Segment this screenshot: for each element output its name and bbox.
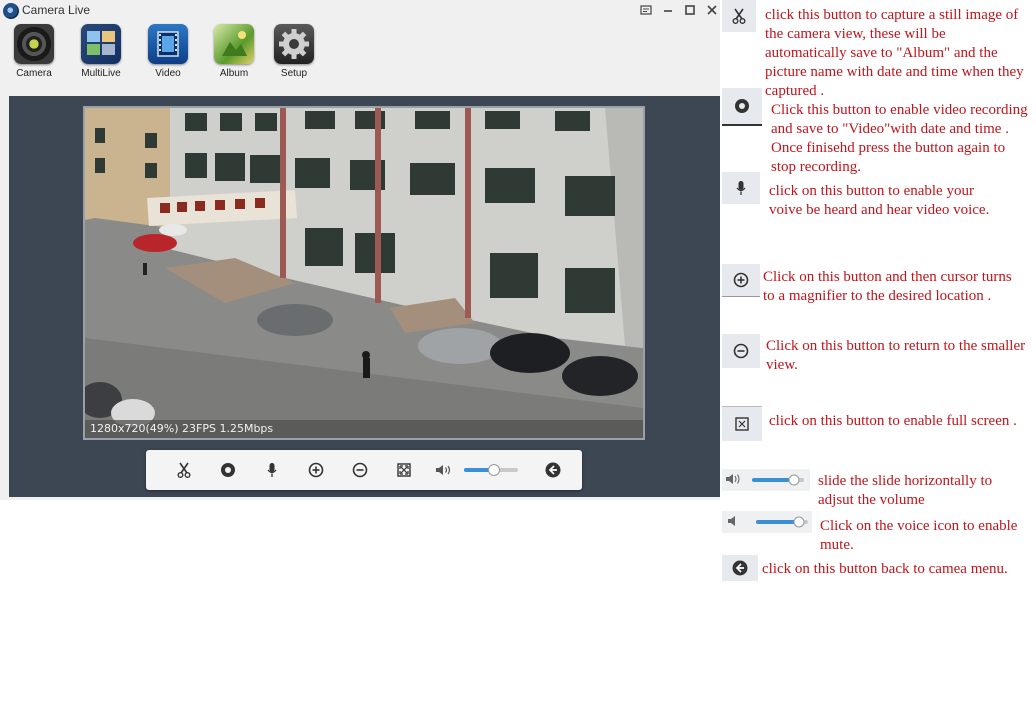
toolbar-multilive-button[interactable]: MultiLive [71,24,131,79]
volume-slider-knob[interactable] [487,464,500,476]
anno-capture-text: click this button to capture a still ima… [765,7,1024,99]
fullscreen-button[interactable] [394,460,414,480]
multilive-icon [81,24,121,64]
speaker-icon [726,474,804,486]
anno-record-icon [722,88,762,126]
toolbar-video-button[interactable]: Video [138,24,198,79]
gear-icon [274,24,314,64]
anno-zoom-in-icon [722,264,760,297]
fullscreen-icon [397,463,411,477]
close-icon[interactable] [704,2,720,18]
scissors-icon [732,8,746,24]
window-controls [638,2,720,18]
anno-mute-text: Click on the voice icon to enable mute. [820,518,1018,553]
minimize-icon[interactable] [660,2,676,18]
main-toolbar: Camera MultiLive Video Album Setup [0,24,720,88]
microphone-button[interactable] [262,460,282,480]
toolbar-setup-label: Setup [280,68,308,79]
record-button[interactable] [218,460,238,480]
zoom-out-icon [733,343,749,359]
anno-mute-slider [722,511,812,533]
app-title: Camera Live [22,3,91,17]
zoom-in-icon [308,462,324,478]
album-icon [214,24,254,64]
record-icon [735,99,749,113]
toolbar-multilive-label: MultiLive [81,68,121,79]
zoom-in-icon [733,272,749,288]
anno-back-text: click on this button back to camea menu. [762,561,1008,577]
toolbar-camera-label: Camera [16,68,52,79]
video-status-bar: 1280x720(49%) 23FPS 1.25Mbps [85,420,643,438]
zoom-in-button[interactable] [306,460,326,480]
toolbar-video-label: Video [155,68,181,79]
camera-feed-image [85,108,643,438]
volume-button[interactable] [434,460,454,480]
mute-speaker-icon [728,516,808,528]
toolbar-setup-button[interactable]: Setup [264,24,324,79]
anno-capture-icon [722,0,756,32]
back-arrow-icon [545,462,561,478]
playback-control-bar [146,450,582,490]
microphone-icon [736,181,746,195]
capture-button[interactable] [174,460,194,480]
anno-record-text: Click this button to enable video record… [771,102,1028,175]
zoom-out-button[interactable] [350,460,370,480]
anno-zoom-in-text: Click on this button and then cursor tur… [763,269,1012,304]
anno-zoom-out-text: Click on this button to return to the sm… [766,338,1026,373]
record-icon [221,463,235,477]
anno-zoom-out-icon [722,334,760,368]
maximize-icon[interactable] [682,2,698,18]
app-logo-icon [3,3,19,19]
zoom-out-icon [352,462,368,478]
volume-slider[interactable] [464,464,518,476]
toolbar-camera-button[interactable]: Camera [4,24,64,79]
anno-voice-text: click on this button to enable your voiv… [769,183,990,218]
microphone-icon [267,463,277,477]
menu-icon[interactable] [638,2,654,18]
anno-back-icon [722,555,758,581]
film-strip-icon [148,24,188,64]
camera-icon [14,24,54,64]
back-arrow-icon [732,560,748,576]
anno-voice-icon [722,172,760,204]
camera-view[interactable]: 1280x720(49%) 23FPS 1.25Mbps [83,106,645,440]
fullscreen-icon [735,417,749,431]
anno-volume-slider [722,469,810,491]
toolbar-album-label: Album [219,68,249,79]
back-button[interactable] [543,460,563,480]
toolbar-album-button[interactable]: Album [204,24,264,79]
scissors-icon [177,462,191,478]
title-bar: Camera Live [0,0,720,22]
camera-live-window: Camera Live Camera MultiLive Video Album… [0,0,720,500]
anno-fullscreen-icon [722,406,762,441]
anno-volume-text: slide the slide horizontally to adjsut t… [818,473,993,508]
anno-fullscreen-text: click on this button to enable full scre… [769,413,1017,429]
speaker-icon [436,465,451,475]
